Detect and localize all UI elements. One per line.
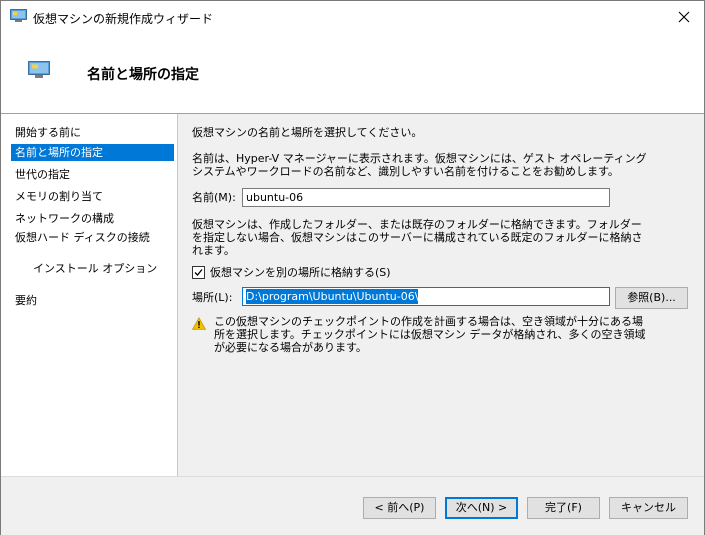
sidebar-item-networking[interactable]: ネットワークの構成 (11, 210, 173, 227)
next-button[interactable]: 次へ(N) > (445, 497, 518, 519)
folder-description: 仮想マシンは、作成したフォルダー、または既存のフォルダーに格納できます。フォルダ… (192, 218, 643, 257)
name-input[interactable]: ubuntu-06 (242, 188, 610, 207)
warning-text: この仮想マシンのチェックポイントの作成を計画する場合は、空き領域が十分にある場 … (214, 315, 646, 354)
browse-button[interactable]: 参照(B)... (615, 287, 688, 309)
wizard-steps-sidebar: 開始する前に 名前と場所の指定 世代の指定 メモリの割り当て ネットワークの構成… (1, 114, 178, 476)
hyper-v-vm-icon (10, 9, 27, 22)
close-button[interactable] (664, 1, 704, 33)
store-elsewhere-checkbox[interactable] (192, 266, 205, 279)
sidebar-item-memory[interactable]: メモリの割り当て (11, 188, 173, 205)
check-mark-icon (194, 269, 203, 276)
name-description: 名前は、Hyper-V マネージャーに表示されます。仮想マシンには、ゲスト オペ… (192, 152, 647, 178)
window-title: 仮想マシンの新規作成ウィザード (33, 12, 214, 26)
location-selected-text: D:\program\Ubuntu\Ubuntu-06\ (246, 289, 419, 304)
sidebar-item-install-options[interactable]: インストール オプション (11, 260, 173, 290)
previous-button[interactable]: < 前へ(P) (363, 497, 436, 519)
location-label: 場所(L): (192, 291, 233, 304)
name-label: 名前(M): (192, 191, 236, 204)
wizard-content: 仮想マシンの名前と場所を選択してください。 名前は、Hyper-V マネージャー… (178, 114, 704, 476)
title-bar: 仮想マシンの新規作成ウィザード (1, 1, 704, 33)
store-elsewhere-label[interactable]: 仮想マシンを別の場所に格納する(S) (210, 266, 391, 279)
sidebar-item-summary[interactable]: 要約 (11, 292, 173, 309)
cancel-button[interactable]: キャンセル (609, 497, 688, 519)
finish-button[interactable]: 完了(F) (527, 497, 600, 519)
sidebar-item-name-location[interactable]: 名前と場所の指定 (11, 144, 174, 161)
wizard-header: 名前と場所の指定 (1, 33, 704, 114)
close-icon (678, 11, 690, 23)
wizard-window: 仮想マシンの新規作成ウィザード 名前と場所の指定 開始する前に 名前と場所の指定… (0, 0, 705, 535)
sidebar-item-before-you-begin[interactable]: 開始する前に (11, 124, 173, 141)
sidebar-item-virtual-disk[interactable]: 仮想ハード ディスクの接続 (11, 230, 173, 260)
intro-text: 仮想マシンの名前と場所を選択してください。 (192, 126, 423, 139)
warning-icon (192, 317, 206, 330)
hyper-v-vm-icon (28, 61, 50, 78)
wizard-footer: < 前へ(P) 次へ(N) > 完了(F) キャンセル (1, 476, 704, 535)
page-title: 名前と場所の指定 (87, 67, 199, 83)
sidebar-item-generation[interactable]: 世代の指定 (11, 166, 173, 183)
location-input[interactable]: D:\program\Ubuntu\Ubuntu-06\ (242, 287, 610, 306)
